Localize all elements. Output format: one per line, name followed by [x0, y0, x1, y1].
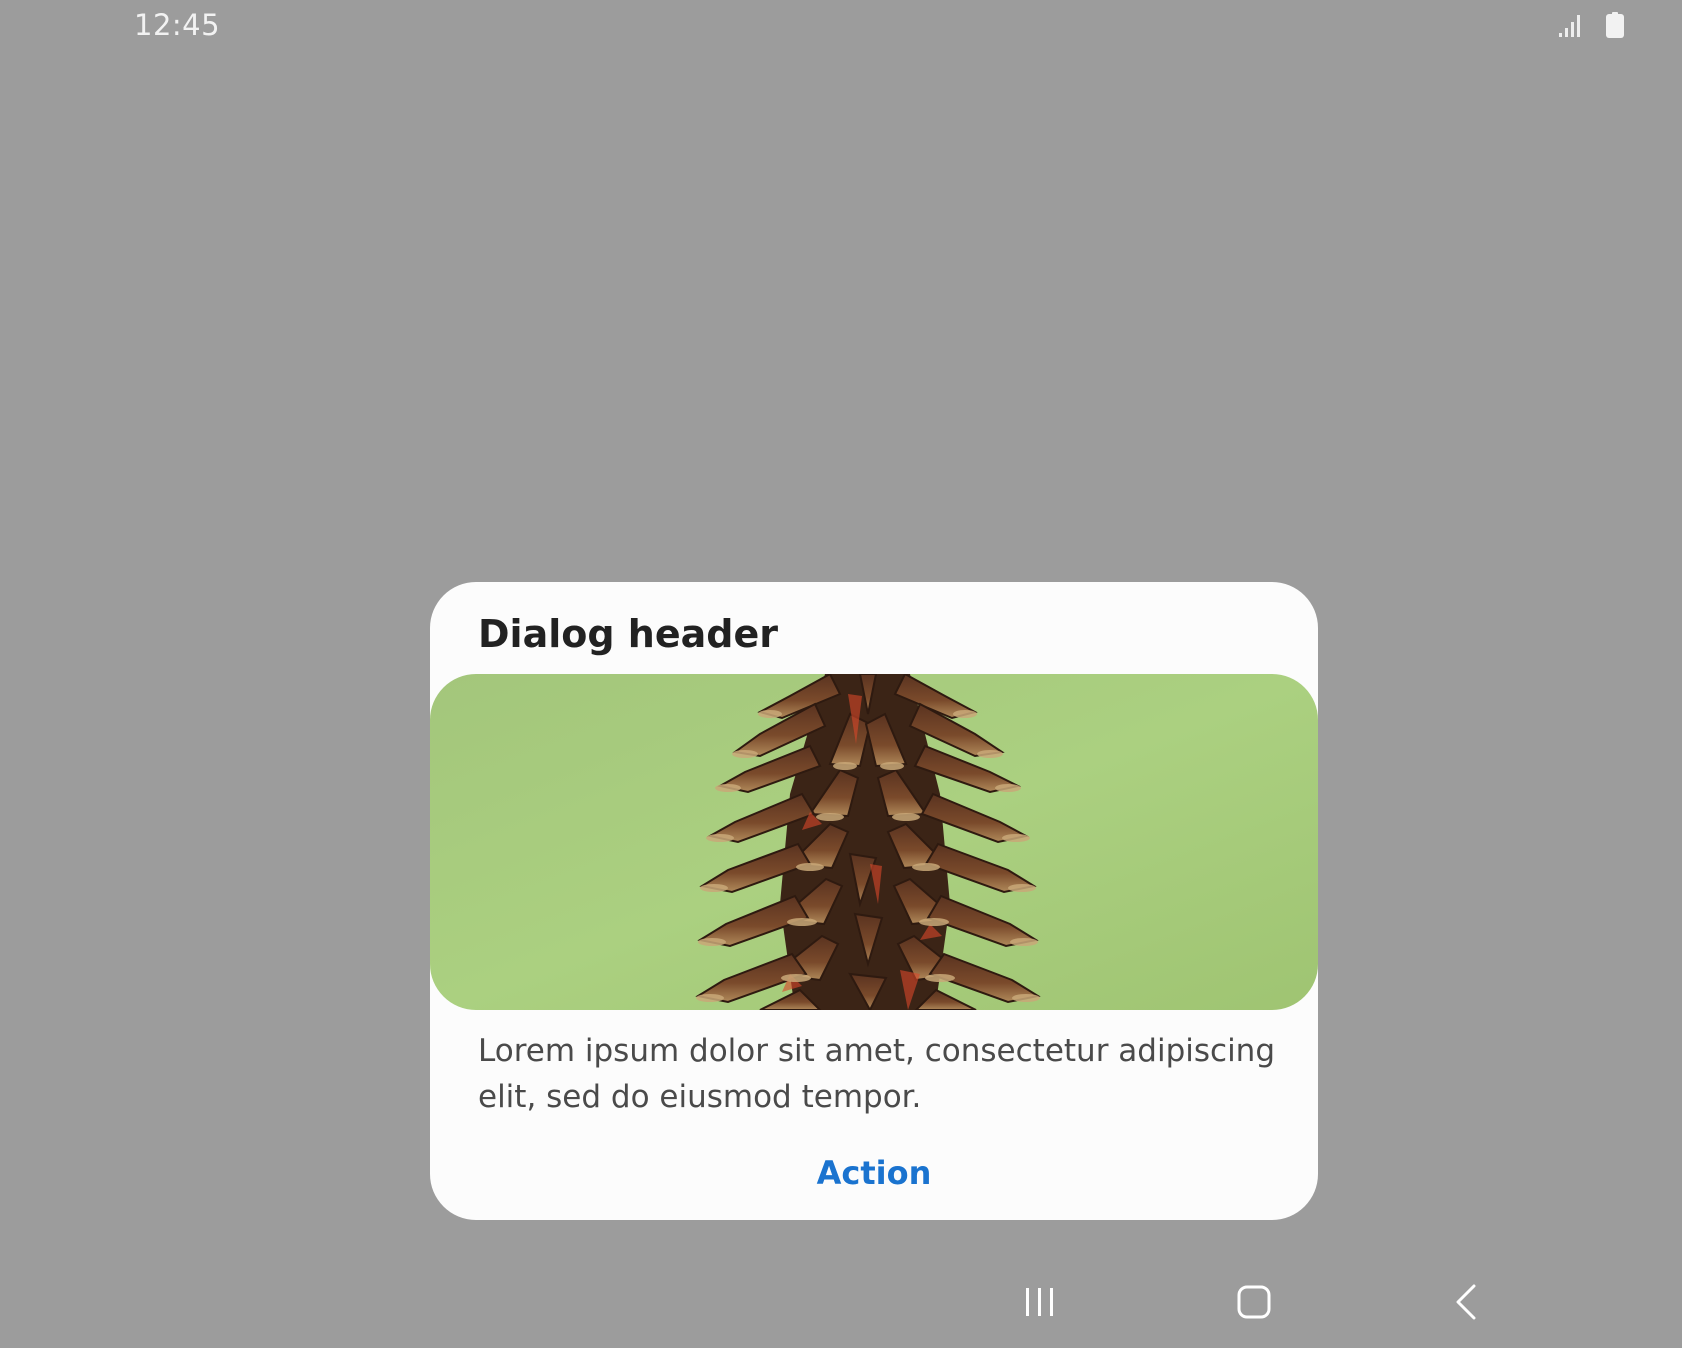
- action-button[interactable]: Action: [774, 1148, 974, 1198]
- dialog-title: Dialog header: [478, 612, 778, 656]
- signal-icon: [1559, 15, 1580, 37]
- navigation-bar: [0, 1262, 1682, 1348]
- pinecone-image: [430, 674, 1318, 1010]
- back-icon: [1456, 1284, 1476, 1320]
- status-time: 12:45: [134, 8, 221, 42]
- status-icons: [1558, 12, 1624, 38]
- back-button[interactable]: [1426, 1270, 1506, 1334]
- recent-apps-icon: [1026, 1288, 1053, 1316]
- recent-apps-button[interactable]: [1000, 1270, 1080, 1334]
- dialog-image: [430, 674, 1318, 1010]
- home-icon: [1237, 1285, 1271, 1319]
- battery-icon: [1606, 12, 1624, 38]
- status-bar: 12:45: [0, 0, 1682, 52]
- dialog: Dialog header Lorem ipsum dolor sit amet…: [430, 582, 1318, 1220]
- home-button[interactable]: [1214, 1270, 1294, 1334]
- dialog-body-text: Lorem ipsum dolor sit amet, consectetur …: [478, 1033, 1276, 1115]
